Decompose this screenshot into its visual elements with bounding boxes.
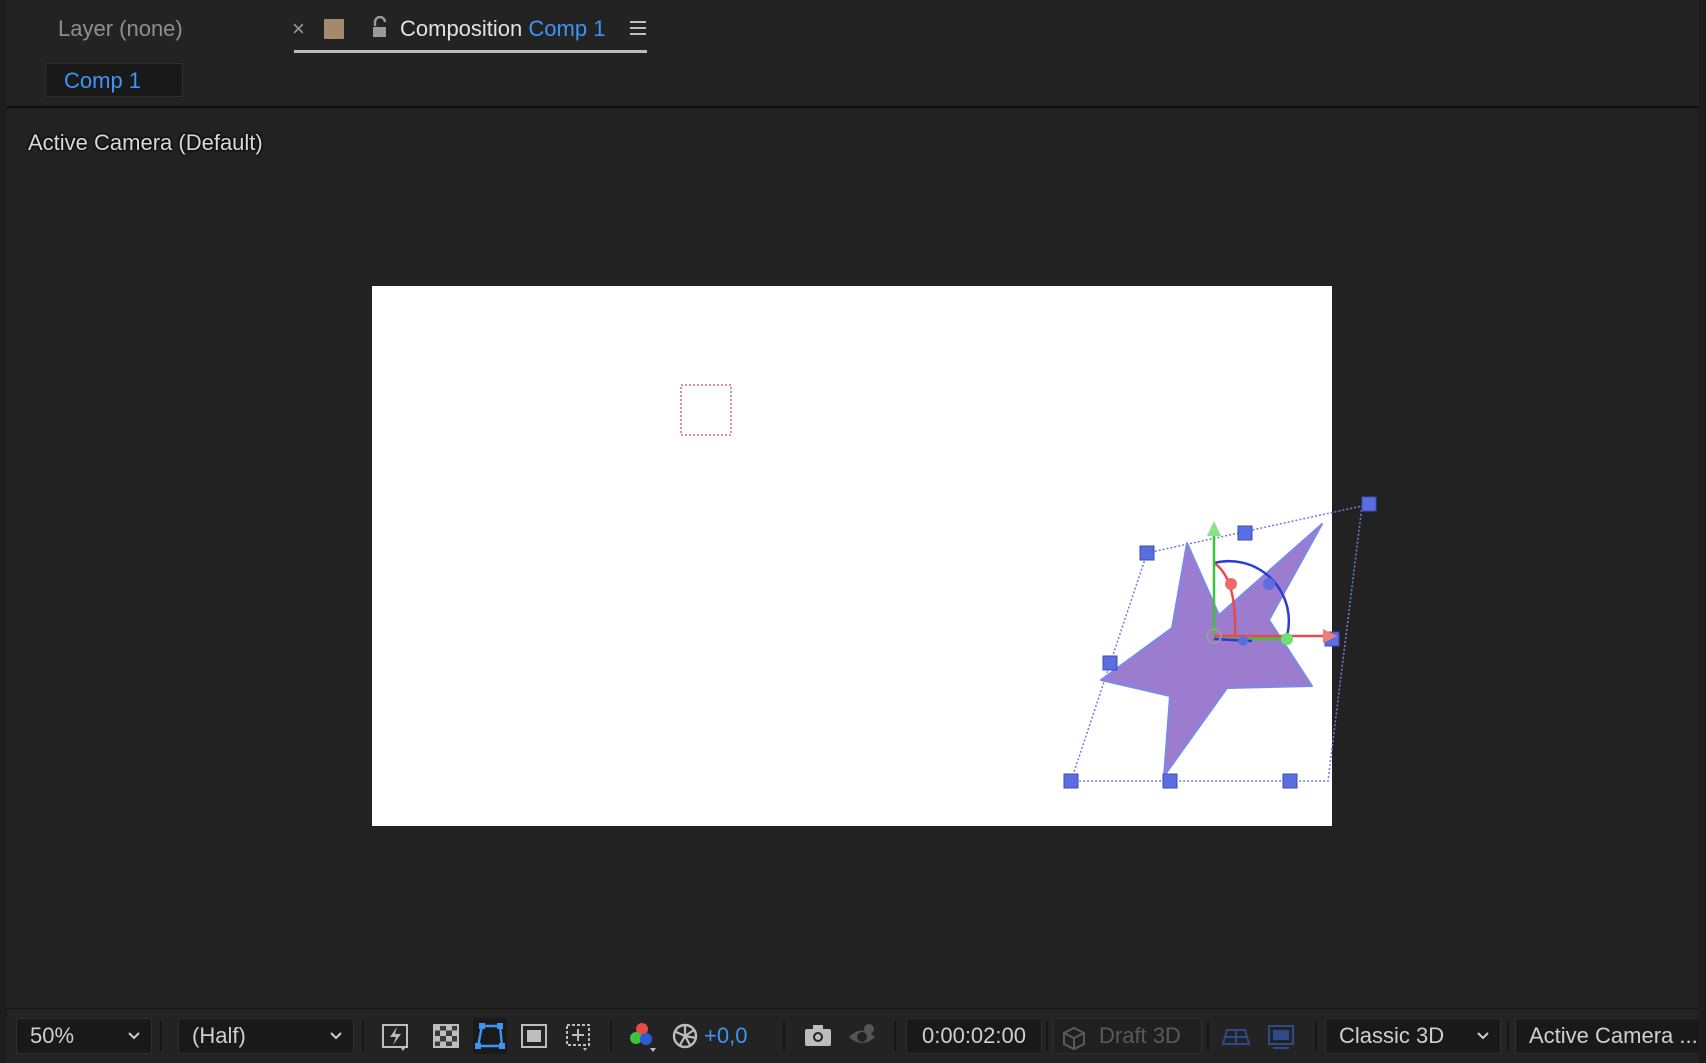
toolbar-separator — [1207, 1021, 1209, 1051]
composition-canvas[interactable] — [372, 286, 1332, 826]
magnification-value: 50% — [30, 1023, 75, 1048]
tab-composition[interactable]: Composition Comp 1 — [400, 16, 605, 42]
composition-viewer[interactable]: Active Camera (Default) — [7, 108, 1699, 1008]
3d-view-dropdown[interactable]: Active Camera ... — [1515, 1018, 1699, 1054]
renderer-value: Classic 3D — [1339, 1023, 1445, 1048]
3d-view-value: Active Camera ... — [1529, 1023, 1698, 1048]
grid-guides-icon[interactable] — [561, 1018, 595, 1054]
toolbar-separator — [894, 1021, 896, 1051]
panel-tab-bar: Layer (none) × Composition Comp 1 — [7, 0, 1699, 58]
mask-path-visibility-icon[interactable] — [473, 1018, 507, 1054]
transparency-grid-icon[interactable] — [429, 1018, 463, 1054]
chevron-down-icon — [330, 1032, 342, 1040]
color-management-icon[interactable] — [668, 1018, 702, 1054]
toolbar-separator — [610, 1021, 612, 1051]
tab-composition-name: Comp 1 — [528, 16, 606, 41]
fast-previews-icon[interactable] — [379, 1018, 413, 1054]
tab-layer[interactable]: Layer (none) — [58, 16, 183, 42]
ground-plane-icon[interactable] — [1219, 1018, 1253, 1054]
active-camera-label: Active Camera (Default) — [28, 130, 263, 155]
close-tab-icon[interactable]: × — [292, 16, 305, 42]
toolbar-separator — [1507, 1021, 1509, 1051]
hamburger-menu-icon[interactable] — [628, 18, 648, 38]
composition-navigator: Comp 1 — [7, 58, 1699, 108]
draft-3d-toggle[interactable]: Draft 3D — [1052, 1018, 1202, 1054]
extended-viewer-icon[interactable] — [1264, 1018, 1298, 1054]
label-color-swatch[interactable] — [324, 19, 344, 39]
magnification-dropdown[interactable]: 50% — [16, 1018, 152, 1054]
chevron-down-icon — [128, 1032, 140, 1040]
rgb-channels-icon[interactable] — [625, 1018, 659, 1054]
active-tab-indicator — [294, 50, 647, 53]
resolution-value: (Half) — [192, 1023, 246, 1048]
camera-snapshot-icon[interactable] — [801, 1018, 835, 1054]
toolbar-separator — [1046, 1021, 1048, 1051]
show-snapshot-icon[interactable] — [845, 1018, 879, 1054]
viewer-toolbar: 50% (Half) +0,0 0:00:02:00 Draft 3D Clas… — [7, 1008, 1699, 1063]
draft-3d-label: Draft 3D — [1099, 1023, 1181, 1048]
chevron-down-icon — [1477, 1032, 1489, 1040]
breadcrumb-comp[interactable]: Comp 1 — [45, 63, 183, 97]
toolbar-separator — [1315, 1021, 1317, 1051]
current-time-display[interactable]: 0:00:02:00 — [906, 1018, 1042, 1054]
region-of-interest-icon[interactable] — [517, 1018, 551, 1054]
toolbar-separator — [783, 1021, 785, 1051]
resolution-dropdown[interactable]: (Half) — [178, 1018, 354, 1054]
exposure-value[interactable]: +0,0 — [704, 1018, 747, 1054]
composition-panel: Layer (none) × Composition Comp 1 Comp 1… — [7, 0, 1699, 1063]
lock-open-icon[interactable] — [370, 16, 390, 40]
draft-3d-cube-icon — [1063, 1026, 1085, 1051]
renderer-dropdown[interactable]: Classic 3D — [1325, 1018, 1501, 1054]
toolbar-separator — [362, 1021, 364, 1051]
toolbar-separator — [160, 1021, 162, 1051]
tab-composition-prefix: Composition — [400, 16, 523, 41]
